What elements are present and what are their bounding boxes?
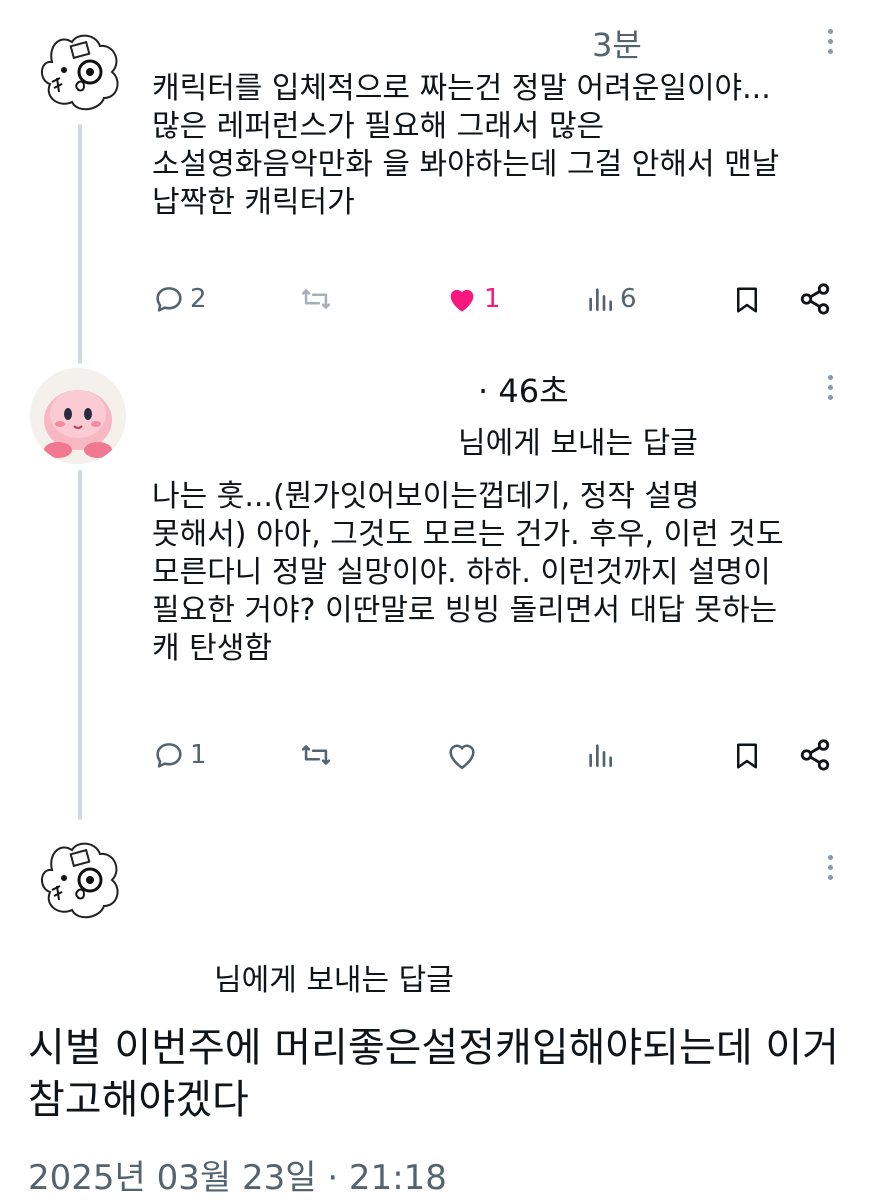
avatar[interactable] (30, 368, 126, 464)
post-date: 2025년 03월 23일 · 21:18 (28, 1158, 447, 1198)
share-button[interactable] (798, 738, 832, 772)
like-button[interactable]: 1 (444, 282, 501, 316)
post-text: 캐릭터를 입체적으로 짜는건 정말 어려운일이야... 많은 레퍼런스가 필요해… (152, 71, 780, 220)
analytics-icon (589, 744, 612, 767)
reply-count: 2 (190, 284, 207, 314)
bookmark-icon (737, 287, 757, 313)
views-button[interactable] (584, 738, 620, 772)
post-time: · 46초 (478, 372, 569, 410)
post-time: 3분 (592, 26, 642, 64)
reply-button[interactable]: 2 (152, 282, 207, 316)
avatar[interactable] (30, 22, 126, 118)
post-text: 나는 훗...(뭔가잇어보이는껍데기, 정작 설명 못해서) 아아, 그것도 모… (152, 479, 784, 666)
share-icon (800, 739, 830, 771)
thread-line (78, 470, 82, 820)
heart-filled-icon (450, 289, 474, 312)
more-options-icon[interactable] (820, 24, 840, 64)
repost-icon (301, 745, 331, 765)
bookmark-icon (737, 743, 757, 769)
reply-icon (156, 287, 182, 312)
thread-line (78, 124, 82, 364)
views-button[interactable]: 6 (584, 282, 637, 316)
bookmark-button[interactable] (732, 282, 762, 318)
heart-icon (449, 744, 475, 770)
more-options-icon[interactable] (820, 850, 840, 890)
share-button[interactable] (798, 282, 832, 316)
repost-button[interactable] (298, 282, 338, 316)
reply-to-label: 님에게 보내는 답글 (458, 426, 698, 461)
reply-count: 1 (190, 740, 207, 770)
reply-to-label: 님에게 보내는 답글 (214, 963, 454, 998)
like-button[interactable] (444, 738, 484, 772)
more-options-icon[interactable] (820, 370, 840, 410)
reply-icon (156, 743, 182, 768)
repost-button[interactable] (298, 738, 338, 772)
views-count: 6 (620, 284, 637, 314)
post-text: 시벌 이번주에 머리좋은설정캐입해야되는데 이거 참고해야겠다 (28, 1025, 839, 1123)
analytics-icon (589, 288, 612, 311)
share-icon (800, 283, 830, 315)
avatar[interactable] (30, 830, 126, 926)
like-count: 1 (484, 284, 501, 314)
repost-icon (301, 289, 331, 309)
bookmark-button[interactable] (732, 738, 762, 774)
reply-button[interactable]: 1 (152, 738, 207, 772)
